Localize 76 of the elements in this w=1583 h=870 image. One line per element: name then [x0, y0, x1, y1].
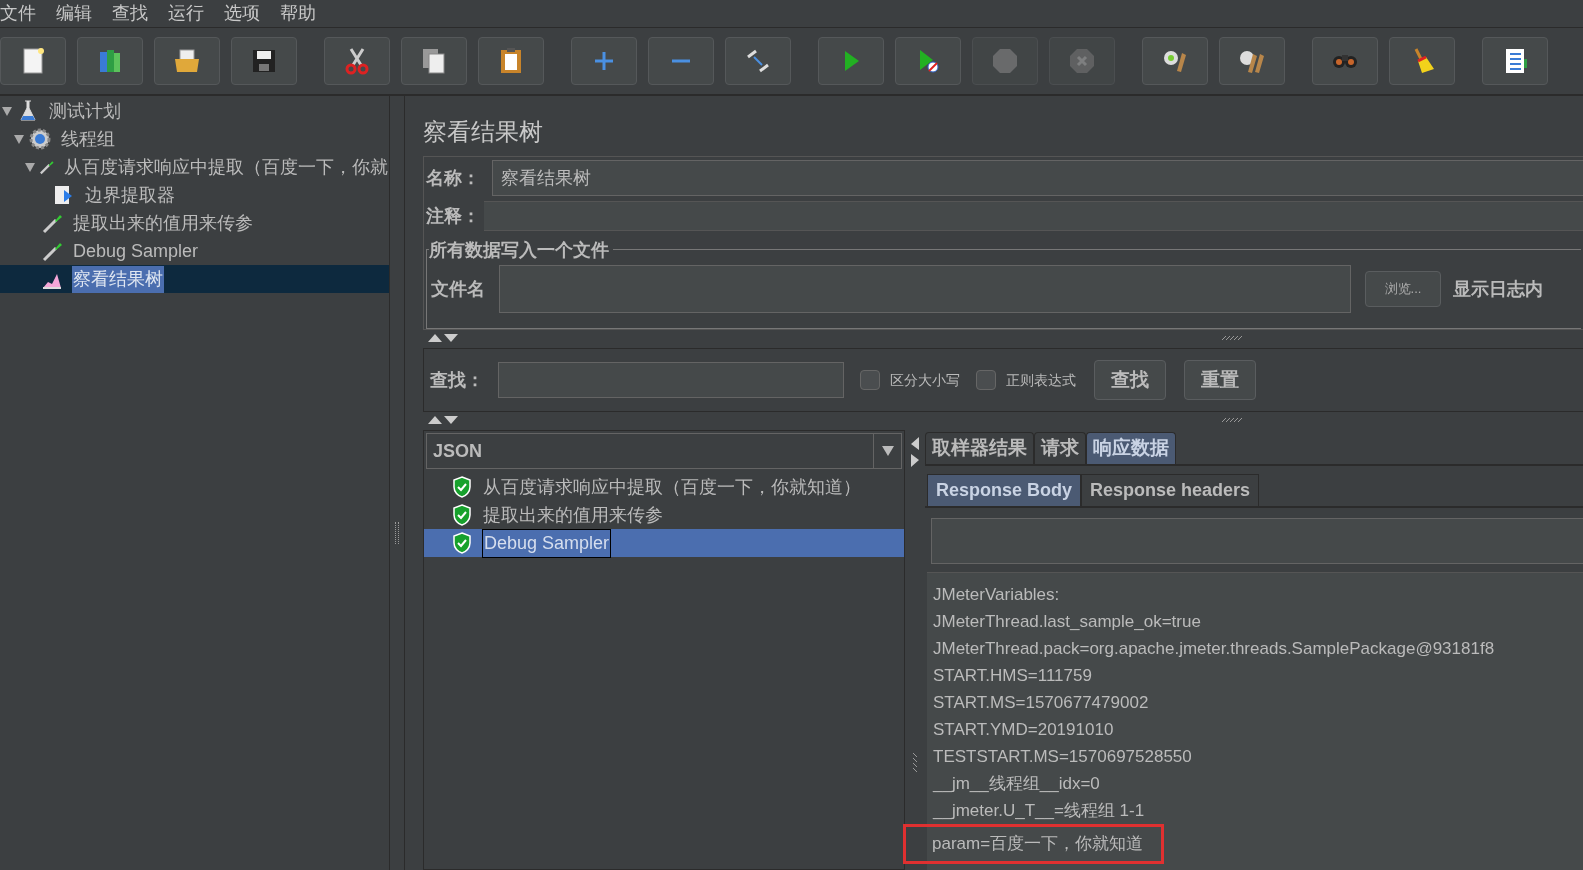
toolbar-button[interactable] [1482, 37, 1548, 85]
name-label: 名称： [426, 166, 481, 190]
renderer-dropdown[interactable]: JSON [426, 433, 902, 469]
log-label: 显示日志内 [1453, 277, 1543, 301]
toolbar-button[interactable] [1142, 37, 1208, 85]
toolbar-button[interactable] [401, 37, 467, 85]
search-action-button[interactable]: 查找 [1094, 360, 1166, 400]
tree-item[interactable]: Debug Sampler [72, 237, 200, 265]
menu-item[interactable]: 选项 [224, 0, 260, 27]
menu-item[interactable]: 帮助 [280, 0, 316, 27]
tree-item[interactable]: 察看结果树 [72, 265, 164, 293]
gear-icon [28, 127, 52, 151]
result-item[interactable]: 从百度请求响应中提取（百度一下，你就知道） [482, 473, 862, 501]
dropdown-caret-icon [881, 446, 894, 456]
collapse-arrows-icon[interactable] [427, 415, 459, 425]
splitter-grip[interactable] [1221, 335, 1243, 341]
tab[interactable]: Response headers [1081, 474, 1260, 506]
comment-field[interactable] [484, 201, 1583, 231]
search-action-button[interactable]: 重置 [1184, 360, 1256, 400]
response-line: param=百度一下，你就知道 [932, 833, 1144, 856]
collapse-arrows-icon[interactable] [427, 333, 459, 343]
checkbox-label: 正则表达式 [1006, 370, 1076, 390]
expand-toggle[interactable] [0, 105, 14, 117]
tree-item[interactable]: 线程组 [60, 125, 116, 153]
search-field[interactable] [498, 362, 844, 398]
response-search-field[interactable] [931, 518, 1583, 564]
tree-item[interactable]: 测试计划 [48, 97, 122, 125]
response-line: START.YMD=20191010 [932, 718, 1114, 741]
tab[interactable]: 响应数据 [1086, 432, 1176, 464]
response-line: __jm__线程组__idx=0 [931, 772, 1100, 795]
toolbar-button[interactable] [0, 37, 66, 85]
menu-item[interactable]: 查找 [112, 0, 148, 27]
response-line: JMeterThread.last_sample_ok=true [932, 610, 1201, 633]
result-item[interactable]: Debug Sampler [482, 528, 612, 558]
splitter-grip[interactable] [1221, 417, 1243, 423]
panel-title: 察看结果树 [423, 117, 544, 147]
expand-toggle[interactable] [24, 161, 36, 173]
toolbar-button[interactable] [1389, 37, 1455, 85]
tab[interactable]: 请求 [1034, 432, 1086, 464]
tree-item[interactable]: 边界提取器 [84, 181, 176, 209]
shield-check-icon [452, 532, 472, 554]
tab[interactable]: 取样器结果 [925, 432, 1034, 464]
tab[interactable]: Response Body [927, 474, 1082, 506]
splitter-grip[interactable] [912, 752, 918, 774]
binoculars-icon [1332, 53, 1358, 69]
split-arrows-icon[interactable] [910, 436, 920, 468]
expand-toggle[interactable] [12, 133, 26, 145]
file-name-label: 文件名 [431, 277, 486, 301]
comment-label: 注释： [426, 204, 481, 228]
menu-item[interactable]: 编辑 [56, 0, 92, 27]
tree-item[interactable]: 从百度请求响应中提取（百度一下，你就 [63, 153, 389, 181]
search-label: 查找： [430, 368, 485, 392]
splitter-grip[interactable] [395, 522, 399, 544]
result-item[interactable]: 提取出来的值用来传参 [482, 501, 664, 529]
shield-check-icon [452, 476, 472, 498]
response-line: __jmeter.U_T__=线程组 1-1 [931, 799, 1145, 822]
toolbar-button[interactable] [231, 37, 297, 85]
checkbox-label: 区分大小写 [890, 370, 960, 390]
file-name-field[interactable] [499, 265, 1351, 313]
menu-item[interactable]: 文件 [0, 0, 36, 27]
name-field[interactable]: 察看结果树 [492, 160, 1583, 196]
menu-item[interactable]: 运行 [168, 0, 204, 27]
checkbox[interactable] [976, 370, 996, 390]
response-line: JMeterThread.pack=org.apache.jmeter.threads.SamplePackage@93181f8 [932, 637, 1495, 660]
shield-check-icon [452, 504, 472, 526]
minus-icon [671, 58, 691, 64]
toolbar-button[interactable] [1219, 37, 1285, 85]
response-line: TESTSTART.MS=1570697528550 [932, 745, 1192, 768]
toolbar-button[interactable] [154, 37, 220, 85]
response-line: JMeterVariables: [932, 583, 1060, 606]
toolbar-button[interactable] [478, 37, 544, 85]
response-line: START.MS=1570677479002 [932, 691, 1149, 714]
tree-item[interactable]: 提取出来的值用来传参 [72, 209, 254, 237]
checkbox[interactable] [860, 370, 880, 390]
browse-button[interactable]: 浏览... [1365, 271, 1441, 307]
response-line: START.HMS=111759 [932, 664, 1092, 687]
